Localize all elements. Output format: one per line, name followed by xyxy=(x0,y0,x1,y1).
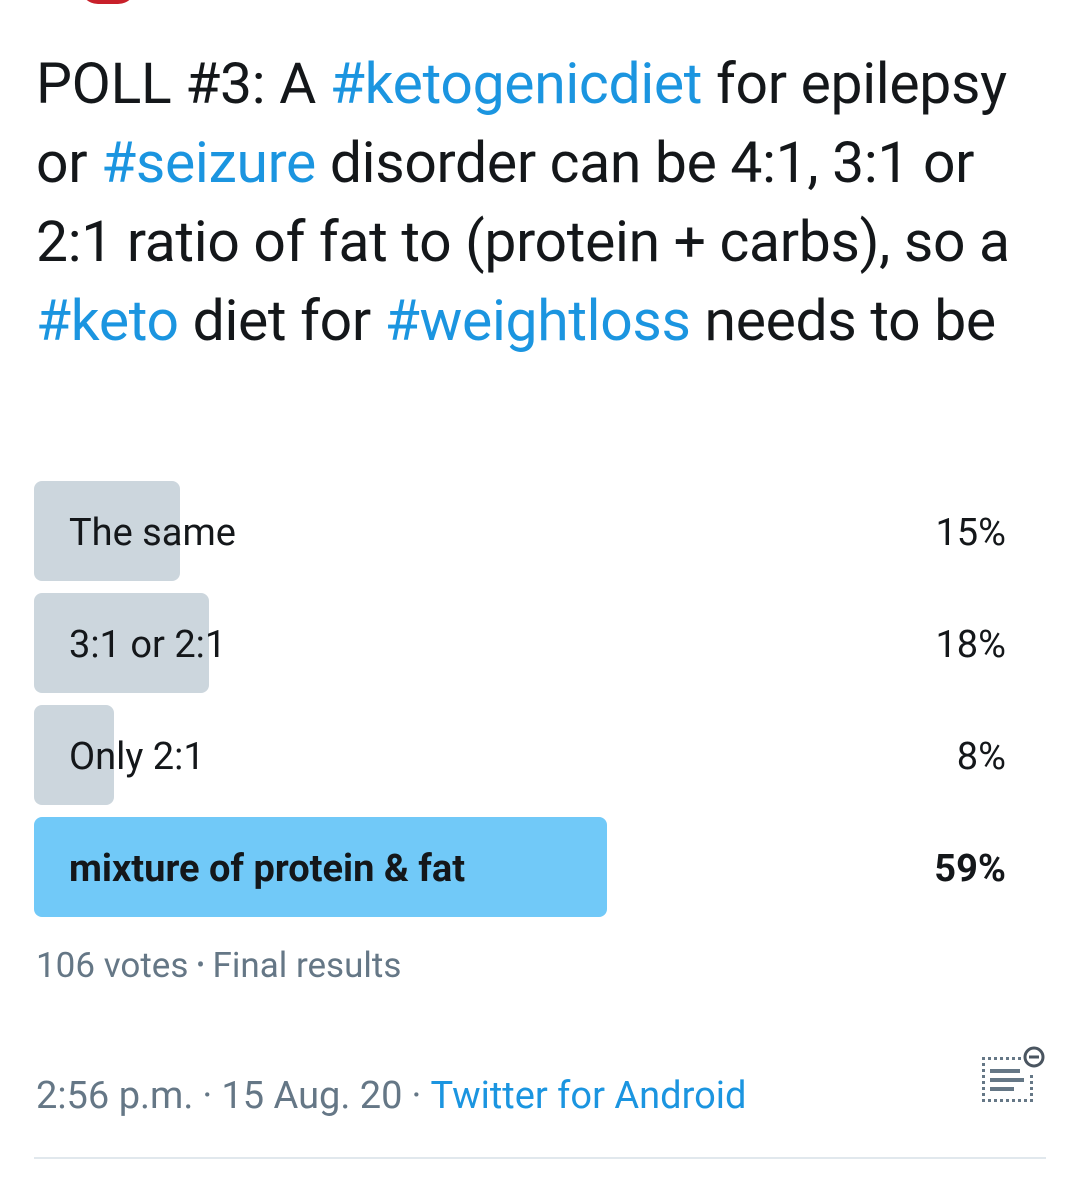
dot-separator: · xyxy=(202,1074,213,1118)
poll-option-percent: 8% xyxy=(956,735,1006,779)
tweet-menu-icon[interactable] xyxy=(978,1045,1048,1111)
hashtag-link[interactable]: #seizure xyxy=(101,129,316,196)
tweet-text-segment: needs to be xyxy=(690,287,997,354)
divider xyxy=(34,1157,1046,1159)
poll-summary: 106 votes • Final results xyxy=(36,940,401,991)
poll-option: Only 2:1 8% xyxy=(34,705,1006,805)
tweet-timestamp: 2:56 p.m. · 15 Aug. 20 · Twitter for Android xyxy=(36,1070,746,1122)
hashtag-link[interactable]: #ketogenicdiet xyxy=(330,50,703,117)
poll-option-label: The same xyxy=(69,511,236,555)
poll: The same 15% 3:1 or 2:1 18% Only 2:1 8% … xyxy=(34,481,1006,929)
tweet-time: 2:56 p.m. xyxy=(36,1074,194,1118)
tweet-text-segment: POLL #3: A xyxy=(36,50,330,117)
poll-option-label: mixture of protein & fat xyxy=(69,847,466,891)
tweet-source-link[interactable]: Twitter for Android xyxy=(430,1074,746,1118)
tweet-text: POLL #3: A #ketogenicdiet for epilepsy o… xyxy=(36,44,1036,360)
hashtag-link[interactable]: #weightloss xyxy=(385,287,691,354)
hashtag-link[interactable]: #keto xyxy=(36,287,179,354)
poll-option-percent: 18% xyxy=(935,623,1006,667)
poll-option-percent: 15% xyxy=(935,511,1006,555)
poll-option-label: Only 2:1 xyxy=(69,735,205,779)
bullet-separator: • xyxy=(196,951,205,979)
poll-option-percent: 59% xyxy=(934,847,1006,891)
poll-option: mixture of protein & fat 59% xyxy=(34,817,1006,917)
avatar[interactable] xyxy=(80,0,136,4)
poll-option: 3:1 or 2:1 18% xyxy=(34,593,1006,693)
tweet-date[interactable]: 15 Aug. 20 xyxy=(221,1074,402,1118)
dot-separator: · xyxy=(411,1074,422,1118)
poll-status: Final results xyxy=(212,945,402,986)
poll-vote-count: 106 votes xyxy=(36,945,189,986)
tweet-text-segment: diet for xyxy=(178,287,385,354)
poll-option: The same 15% xyxy=(34,481,1006,581)
poll-option-label: 3:1 or 2:1 xyxy=(69,623,227,667)
